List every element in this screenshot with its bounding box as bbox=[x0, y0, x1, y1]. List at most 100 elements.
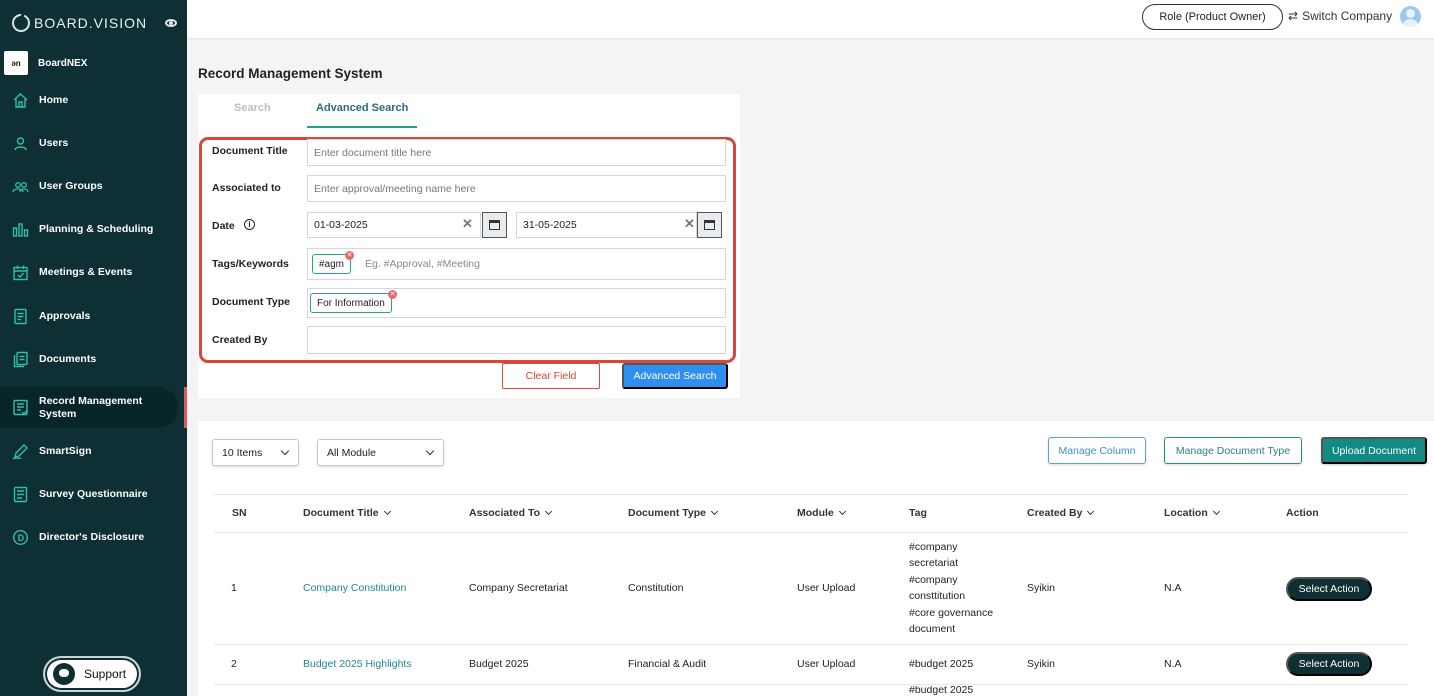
remove-document-type-icon[interactable]: ✕ bbox=[388, 290, 397, 299]
disclosure-icon: D bbox=[12, 529, 29, 546]
sidebar-item-users[interactable]: Users bbox=[0, 123, 178, 164]
sidebar-item-label: Planning & Scheduling bbox=[39, 223, 154, 235]
row-divider bbox=[214, 644, 1408, 645]
user-group-icon bbox=[12, 178, 29, 195]
chevron-down-icon bbox=[425, 446, 435, 456]
chevron-down-icon bbox=[383, 507, 391, 516]
associated-to-label: Associated to bbox=[212, 182, 281, 194]
topbar: Role (Product Owner) ⇄ Switch Company bbox=[187, 0, 1434, 38]
info-icon[interactable]: i bbox=[244, 219, 255, 230]
column-header-module[interactable]: Module bbox=[797, 507, 846, 519]
column-header-document-title[interactable]: Document Title bbox=[303, 507, 391, 519]
chevron-down-icon bbox=[710, 507, 719, 516]
switch-company-label: Switch Company bbox=[1302, 9, 1393, 23]
date-to-input[interactable]: 31-05-2025 bbox=[516, 212, 697, 238]
module-select[interactable]: All Module bbox=[317, 439, 444, 466]
date-from-calendar-button[interactable] bbox=[482, 212, 507, 238]
remove-tag-icon[interactable]: ✕ bbox=[345, 251, 354, 260]
role-button[interactable]: Role (Product Owner) bbox=[1142, 4, 1283, 30]
board-vision-logo-icon bbox=[12, 14, 30, 32]
column-header-label: Action bbox=[1286, 507, 1319, 519]
calendar-icon bbox=[12, 264, 29, 281]
approval-icon bbox=[12, 308, 29, 325]
tag-line: #company bbox=[909, 541, 958, 553]
cell-module: User Upload bbox=[797, 658, 856, 670]
tab-advanced-search[interactable]: Advanced Search bbox=[316, 102, 408, 114]
calendar-icon bbox=[489, 220, 500, 230]
document-title-label: Document Title bbox=[212, 145, 288, 157]
created-by-label: Created By bbox=[212, 334, 268, 346]
sidebar-item-label: Survey Questionnaire bbox=[39, 488, 148, 500]
select-action-button[interactable]: Select Action bbox=[1286, 577, 1372, 601]
manage-document-type-button[interactable]: Manage Document Type bbox=[1164, 437, 1302, 464]
cell-sn: 2 bbox=[231, 658, 237, 670]
sidebar-item-disclosure[interactable]: D Director's Disclosure bbox=[0, 517, 178, 558]
chevron-down-icon bbox=[1087, 507, 1095, 516]
eye-icon[interactable] bbox=[165, 19, 177, 27]
sidebar-item-approvals[interactable]: Approvals bbox=[0, 296, 178, 337]
calendar-icon bbox=[704, 220, 715, 230]
pen-icon bbox=[12, 443, 29, 460]
column-header-document-type[interactable]: Document Type bbox=[628, 507, 719, 519]
sidebar-item-documents[interactable]: Documents bbox=[0, 339, 178, 380]
select-action-button[interactable]: Select Action bbox=[1286, 652, 1372, 676]
switch-company-button[interactable]: ⇄ Switch Company bbox=[1288, 9, 1392, 23]
cell-created-by: Syikin bbox=[1027, 582, 1056, 594]
home-icon bbox=[12, 92, 29, 109]
created-by-input[interactable] bbox=[307, 326, 726, 354]
tag-line: #company bbox=[909, 573, 958, 586]
cell-tag-partial: #budget 2025 bbox=[909, 686, 974, 696]
sidebar-item-label: Documents bbox=[39, 353, 97, 365]
associated-to-input[interactable]: Enter approval/meeting name here bbox=[307, 175, 726, 202]
column-header-label: Document Type bbox=[628, 507, 706, 519]
column-header-label: Module bbox=[797, 507, 834, 519]
clear-field-button[interactable]: Clear Field bbox=[502, 363, 600, 389]
document-title-link[interactable]: Budget 2025 Highlights bbox=[303, 656, 412, 672]
manage-column-button[interactable]: Manage Column bbox=[1048, 437, 1146, 464]
column-header-associated-to[interactable]: Associated To bbox=[469, 507, 553, 519]
clear-date-to-icon[interactable]: ✕ bbox=[684, 216, 695, 232]
avatar[interactable] bbox=[1400, 6, 1421, 27]
cell-document-type: Financial & Audit bbox=[628, 658, 707, 670]
sidebar: BOARD.VISION ən BoardNEX Home Users User… bbox=[0, 0, 187, 696]
sidebar-item-smartsign[interactable]: SmartSign bbox=[0, 431, 178, 472]
date-to-calendar-button[interactable] bbox=[697, 212, 722, 238]
tags-placeholder: Eg. #Approval, #Meeting bbox=[365, 258, 480, 270]
organization[interactable]: ən BoardNEX bbox=[4, 51, 87, 75]
date-from-input[interactable]: 01-03-2025 bbox=[307, 212, 481, 238]
cell-associated: Budget 2025 bbox=[469, 658, 529, 670]
chevron-down-icon bbox=[838, 507, 846, 516]
sidebar-item-user-groups[interactable]: User Groups bbox=[0, 166, 178, 207]
sidebar-item-survey[interactable]: Survey Questionnaire bbox=[0, 474, 178, 515]
chart-icon bbox=[12, 221, 29, 238]
brand-logo[interactable]: BOARD.VISION bbox=[12, 14, 147, 32]
document-title-input[interactable]: Enter document title here bbox=[307, 139, 726, 166]
clear-date-from-icon[interactable]: ✕ bbox=[462, 216, 473, 232]
tag-line: consttitution bbox=[909, 590, 966, 603]
document-title-link[interactable]: Company Constitution bbox=[303, 580, 406, 596]
items-per-page-select[interactable]: 10 Items bbox=[212, 439, 299, 466]
sidebar-item-home[interactable]: Home bbox=[0, 80, 178, 121]
cell-tag: #budget 2025 bbox=[909, 658, 974, 670]
cell-tag: #company secretariat #company consttitut… bbox=[909, 539, 993, 637]
column-header-label: SN bbox=[232, 507, 247, 519]
column-header-action: Action bbox=[1286, 507, 1319, 519]
advanced-search-button[interactable]: Advanced Search bbox=[622, 363, 728, 389]
column-header-label: Associated To bbox=[469, 507, 540, 519]
upload-document-button[interactable]: Upload Document bbox=[1321, 437, 1427, 464]
column-header-location[interactable]: Location bbox=[1164, 507, 1220, 519]
sidebar-item-meetings[interactable]: Meetings & Events bbox=[0, 252, 178, 293]
chevron-down-icon bbox=[1212, 507, 1220, 516]
column-header-tag: Tag bbox=[909, 507, 927, 519]
page-title: Record Management System bbox=[198, 66, 383, 81]
document-type-label: Document Type bbox=[212, 296, 290, 308]
sidebar-item-record-management[interactable]: Record Management System bbox=[0, 387, 178, 428]
support-button[interactable]: Support bbox=[43, 656, 141, 692]
svg-text:D: D bbox=[18, 533, 25, 543]
active-nav-marker bbox=[184, 387, 187, 428]
tab-underline bbox=[307, 126, 417, 128]
column-header-created-by[interactable]: Created By bbox=[1027, 507, 1095, 519]
sidebar-item-label: Meetings & Events bbox=[39, 266, 133, 278]
sidebar-item-planning[interactable]: Planning & Scheduling bbox=[0, 209, 178, 250]
tab-search[interactable]: Search bbox=[234, 102, 271, 114]
